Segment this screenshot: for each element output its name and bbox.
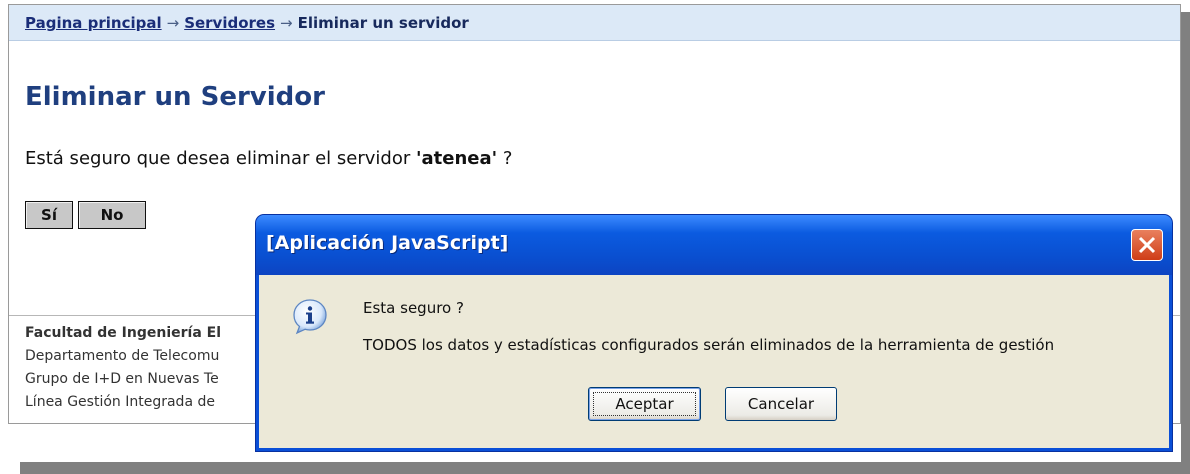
accept-button[interactable]: Aceptar — [588, 387, 701, 421]
close-icon — [1132, 230, 1162, 260]
dialog-message-title: Esta seguro ? — [363, 299, 464, 317]
focus-ring — [593, 392, 696, 416]
footer: Facultad de Ingeniería El Departamento d… — [25, 322, 221, 414]
question-suffix: ? — [497, 148, 513, 169]
dialog-message-detail: TODOS los datos y estadísticas configura… — [363, 336, 1055, 354]
breadcrumb-home-link[interactable]: Pagina principal — [25, 14, 162, 32]
alert-dialog: [Aplicación JavaScript] Esta seguro ? TO… — [256, 215, 1172, 451]
page-shadow-bottom — [20, 462, 1190, 474]
yes-button[interactable]: Sí — [25, 201, 73, 229]
dialog-title: [Aplicación JavaScript] — [266, 232, 509, 254]
server-name: 'atenea' — [415, 148, 498, 169]
footer-line-faculty: Facultad de Ingeniería El — [25, 325, 222, 341]
question-prefix: Está seguro que desea eliminar el servid… — [25, 148, 416, 169]
breadcrumb-separator: → — [166, 14, 180, 32]
dialog-body: Esta seguro ? TODOS los datos y estadíst… — [259, 275, 1169, 448]
dialog-titlebar[interactable]: [Aplicación JavaScript] — [256, 215, 1172, 275]
confirm-question: Está seguro que desea eliminar el servid… — [25, 148, 512, 169]
no-button[interactable]: No — [78, 201, 146, 229]
cancel-button[interactable]: Cancelar — [725, 387, 837, 421]
dialog-close-button[interactable] — [1131, 229, 1163, 261]
breadcrumb: Pagina principal → Servidores → Eliminar un … — [9, 5, 1180, 41]
breadcrumb-separator: → — [280, 14, 293, 32]
breadcrumb-current: Eliminar un servidor — [297, 14, 469, 32]
footer-line-group: Grupo de I+D en Nuevas Te — [25, 371, 219, 387]
footer-line-department: Departamento de Telecomu — [25, 348, 220, 364]
footer-line-research: Línea Gestión Integrada de — [25, 394, 215, 410]
info-icon — [291, 297, 329, 335]
page-shadow-right — [1181, 12, 1190, 474]
page-title: Eliminar un Servidor — [25, 82, 325, 112]
breadcrumb-servers-link[interactable]: Servidores — [184, 14, 275, 32]
